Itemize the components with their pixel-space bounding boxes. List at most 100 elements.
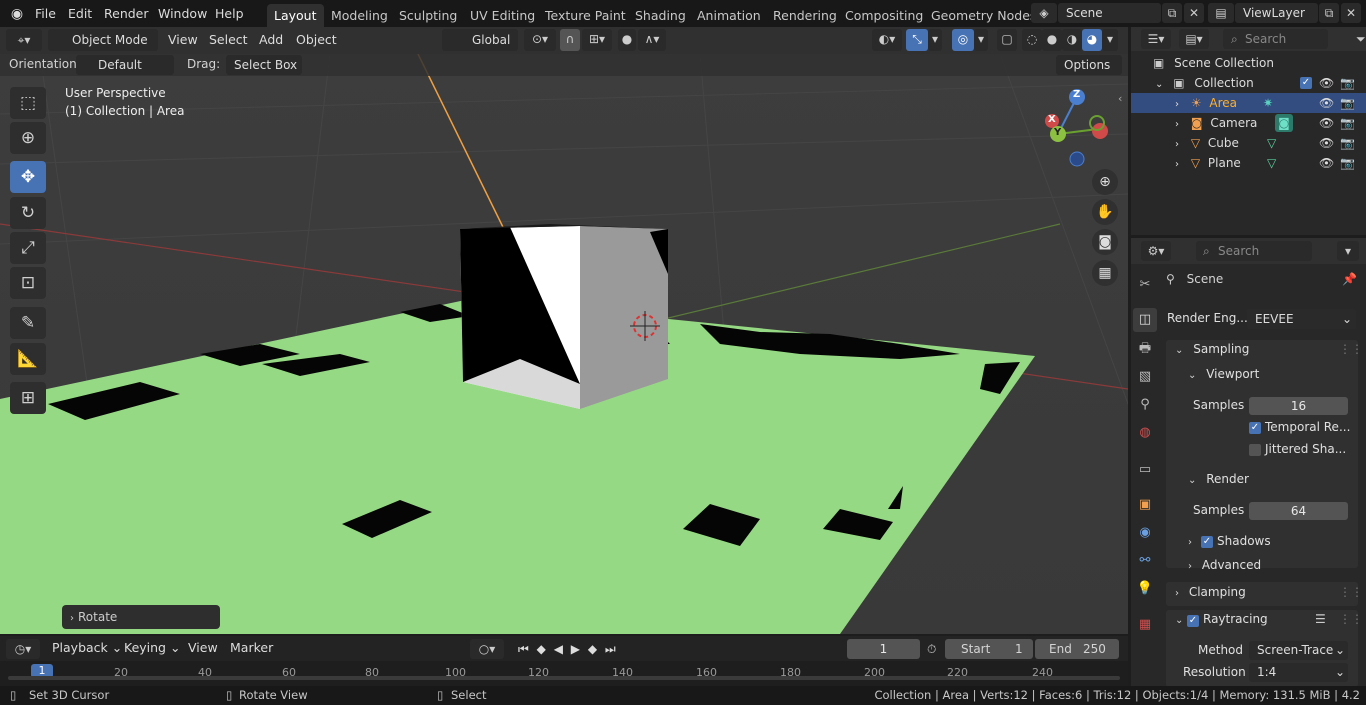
advanced-subpanel-header[interactable]: › Advanced [1188, 558, 1348, 576]
raytracing-header[interactable]: ⌄ ✓ Raytracing ☰ ⋮⋮ [1175, 612, 1363, 630]
orientation-dropdown[interactable]: Default [76, 55, 174, 75]
jittered-shadows-checkbox[interactable]: Jittered Sha... [1249, 442, 1359, 458]
properties-search-input[interactable]: Search [1196, 241, 1312, 261]
timeline-view-menu[interactable]: View [182, 637, 224, 659]
move-tool-icon[interactable]: ✥ [10, 161, 46, 193]
auto-keying-icon[interactable]: ○▾ [470, 639, 504, 659]
mesh-data-icon[interactable]: ▽ [1267, 133, 1276, 153]
eye-icon[interactable]: 👁 [1319, 133, 1334, 153]
scale-tool-icon[interactable]: ⤢ [10, 232, 46, 264]
new-scene-icon[interactable]: ⧉ [1162, 3, 1182, 23]
object-tab-icon[interactable]: ▣ [1133, 493, 1157, 517]
render-tab-icon[interactable]: ◫ [1133, 308, 1157, 332]
snap-target-icon[interactable]: ⊞▾ [582, 29, 612, 51]
menu-view[interactable]: View [162, 29, 204, 51]
render-samples-field[interactable]: 64 [1249, 502, 1348, 520]
scene-collection-row[interactable]: ▣ Scene Collection [1131, 53, 1366, 73]
mode-dropdown[interactable]: Object Mode [48, 29, 158, 51]
tab-compositing[interactable]: Compositing [838, 4, 930, 27]
xray-icon[interactable]: ▢ [997, 29, 1017, 51]
measure-tool-icon[interactable]: 📐 [10, 343, 46, 375]
pan-hand-icon[interactable]: ✋ [1092, 199, 1118, 225]
display-mode-icon[interactable]: ▤▾ [1179, 29, 1209, 49]
solid-shading-icon[interactable]: ● [1042, 29, 1062, 51]
render-camera-icon[interactable]: 📷 [1340, 153, 1355, 173]
world-tab-icon[interactable]: ◍ [1133, 421, 1157, 445]
snap-icon[interactable]: ∩ [560, 29, 580, 51]
render-engine-dropdown[interactable]: EEVEE ⌄ [1247, 309, 1356, 329]
tab-layout[interactable]: Layout [267, 4, 324, 27]
method-dropdown[interactable]: Screen-Trace ⌄ [1249, 641, 1348, 660]
camera-view-icon[interactable]: ◙ [1092, 229, 1118, 255]
delete-view-layer-icon[interactable]: ✕ [1341, 3, 1361, 23]
view-layer-tab-icon[interactable]: ▧ [1133, 365, 1157, 389]
menu-select[interactable]: Select [203, 29, 254, 51]
start-frame-field[interactable]: Start 1 [945, 639, 1033, 659]
eye-icon[interactable]: 👁 [1319, 113, 1334, 133]
delete-scene-icon[interactable]: ✕ [1184, 3, 1204, 23]
outliner-editor-type-icon[interactable]: ☰▾ [1141, 29, 1171, 49]
eye-icon[interactable]: 👁 [1319, 73, 1334, 93]
collection-row[interactable]: ⌄ ▣ Collection ✓ 👁 📷 [1131, 73, 1366, 93]
options-button[interactable]: Options [1056, 55, 1122, 75]
drag-handle-icon[interactable]: ⋮⋮ [1339, 342, 1363, 356]
render-camera-icon[interactable]: 📷 [1340, 113, 1355, 133]
texture-tab-icon[interactable]: ▦ [1133, 613, 1157, 637]
stopwatch-icon[interactable]: ⏱ [927, 639, 936, 659]
cursor-tool-icon[interactable]: ⊕ [10, 122, 46, 154]
eye-icon[interactable]: 👁 [1319, 93, 1334, 113]
jump-end-icon[interactable]: ⏭ [605, 642, 616, 656]
material-shading-icon[interactable]: ◑ [1062, 29, 1082, 51]
navigation-gizmo[interactable]: Z X Y [1040, 88, 1116, 170]
physics-tab-icon[interactable]: ◉ [1133, 521, 1157, 545]
sampling-header[interactable]: ⌄ Sampling ⋮⋮ [1175, 342, 1363, 362]
outliner-item-cube[interactable]: › ▽ Cube ▽ 👁 📷 [1131, 133, 1366, 153]
wireframe-shading-icon[interactable]: ◌ [1022, 29, 1042, 51]
pin-icon[interactable]: 📌 [1342, 272, 1357, 286]
play-icon[interactable]: ▶ [571, 642, 580, 656]
menu-add[interactable]: Add [253, 29, 289, 51]
gizmo-toggle-icon[interactable]: ⤡ [906, 29, 928, 51]
collection-tab-icon[interactable]: ▭ [1133, 458, 1157, 482]
falloff-icon[interactable]: ∧▾ [638, 29, 666, 51]
expand-chevron-icon[interactable]: › [1175, 139, 1179, 150]
transform-tool-icon[interactable]: ⊡ [10, 267, 46, 299]
outliner-item-camera[interactable]: › ◙ Camera ◙ 👁 📷 [1131, 113, 1366, 133]
pivot-icon[interactable]: ⊙▾ [524, 29, 556, 51]
tab-texture-paint[interactable]: Texture Paint [538, 4, 633, 27]
select-box-tool-icon[interactable]: ⬚ [10, 87, 46, 119]
shading-dropdown-icon[interactable]: ▾ [1102, 29, 1118, 51]
resolution-dropdown[interactable]: 1:4 ⌄ [1249, 663, 1348, 682]
visibility-icon[interactable]: ◐▾ [872, 29, 902, 51]
properties-options-icon[interactable]: ▾ [1337, 241, 1359, 261]
viewport-subpanel-header[interactable]: ⌄ Viewport [1188, 367, 1348, 387]
last-operator-panel[interactable]: › Rotate [62, 605, 220, 629]
light-data-tab-icon[interactable]: 💡 [1133, 577, 1157, 601]
render-subpanel-header[interactable]: ⌄ Render [1188, 472, 1348, 492]
output-tab-icon[interactable]: 🖶 [1133, 337, 1157, 361]
blender-logo-icon[interactable]: ◉ [8, 5, 26, 23]
shadows-subpanel-header[interactable]: › ✓ Shadows [1188, 534, 1348, 552]
expand-chevron-icon[interactable]: › [1175, 99, 1179, 110]
cube-mesh[interactable] [460, 224, 668, 409]
collection-exclude-checkbox[interactable]: ✓ [1300, 77, 1312, 89]
playback-menu[interactable]: Playback ⌄ [46, 637, 128, 659]
timeline-editor-type-icon[interactable]: ◷▾ [6, 639, 40, 659]
scene-tab-icon[interactable]: ⚲ [1133, 393, 1157, 417]
annotate-tool-icon[interactable]: ✎ [10, 307, 46, 339]
gizmo-dropdown-icon[interactable]: ▾ [928, 29, 942, 51]
next-keyframe-icon[interactable]: ◆ [588, 642, 597, 656]
view-layer-field[interactable]: ViewLayer [1235, 3, 1318, 23]
add-cube-tool-icon[interactable]: ⊞ [10, 382, 46, 414]
menu-help[interactable]: Help [209, 4, 250, 24]
light-data-icon[interactable]: ✷ [1263, 93, 1273, 113]
drag-handle-icon[interactable]: ⋮⋮ [1339, 612, 1363, 626]
menu-window[interactable]: Window [152, 4, 213, 24]
tab-sculpting[interactable]: Sculpting [392, 4, 464, 27]
current-frame-field[interactable]: 1 [847, 639, 920, 659]
render-camera-icon[interactable]: 📷 [1340, 73, 1355, 93]
editor-type-icon[interactable]: ⌖▾ [6, 29, 42, 51]
play-reverse-icon[interactable]: ◀ [554, 642, 563, 656]
menu-edit[interactable]: Edit [62, 4, 98, 24]
outliner-item-area[interactable]: › ☀ Area ✷ 👁 📷 [1131, 93, 1366, 113]
